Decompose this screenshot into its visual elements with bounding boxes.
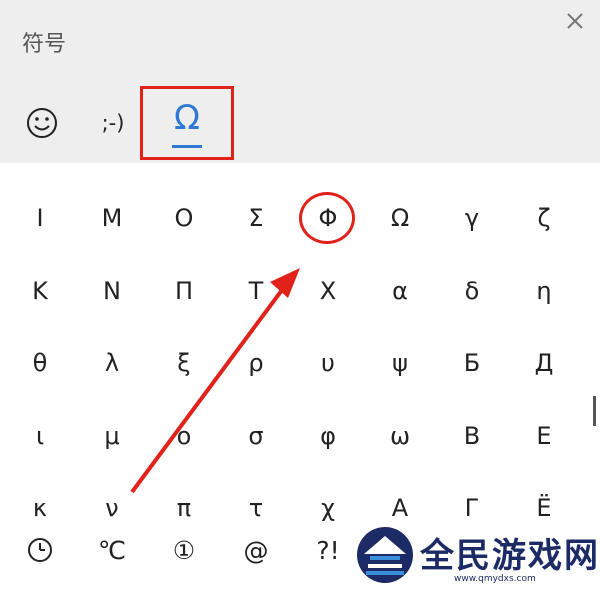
symbol-cell[interactable]: Ο <box>148 182 220 255</box>
symbol-glyph: σ <box>248 421 264 450</box>
symbol-glyph: Σ <box>248 204 264 233</box>
symbol-cell[interactable]: υ <box>292 327 364 400</box>
symbol-cell[interactable]: Д <box>508 327 580 400</box>
symbol-glyph: Б <box>463 349 481 378</box>
symbol-cell[interactable]: ο <box>148 400 220 473</box>
symbol-glyph: Π <box>174 276 194 305</box>
symbol-glyph: ψ <box>392 349 408 378</box>
symbol-cell[interactable]: Π <box>148 255 220 328</box>
symbol-glyph: ω <box>389 421 411 450</box>
symbol-cell[interactable]: φ <box>292 400 364 473</box>
category-celsius[interactable]: ℃ <box>76 520 148 580</box>
watermark-logo-icon <box>357 527 413 583</box>
symbol-glyph: θ <box>32 349 48 378</box>
symbol-cell[interactable]: Χ <box>292 255 364 328</box>
symbol-glyph: χ <box>321 494 335 523</box>
close-button[interactable] <box>560 6 590 36</box>
symbol-cell[interactable]: Б <box>436 327 508 400</box>
symbol-cell[interactable]: ω <box>364 400 436 473</box>
symbol-cell[interactable]: Κ <box>4 255 76 328</box>
smiley-face-icon <box>27 108 57 138</box>
watermark-url: www.qmydxs.com <box>454 574 536 584</box>
symbol-cell[interactable]: Е <box>508 400 580 473</box>
symbol-glyph: Ν <box>103 276 121 305</box>
symbol-glyph: Φ <box>298 192 355 245</box>
category-clock[interactable] <box>4 520 76 580</box>
symbol-glyph: Е <box>536 421 552 450</box>
symbol-glyph: ρ <box>248 349 264 378</box>
symbol-glyph: κ <box>32 494 48 523</box>
symbol-glyph: Κ <box>32 276 48 305</box>
symbol-glyph: А <box>391 494 409 523</box>
watermark: 全民游戏网 www.qmydxs.com <box>352 520 600 592</box>
category-at[interactable]: @ <box>220 520 292 580</box>
symbol-cell[interactable]: η <box>508 255 580 328</box>
tab-symbols-label: Ω <box>174 97 200 138</box>
symbol-glyph: Χ <box>319 276 337 305</box>
tab-emoticon-label: ;-) <box>101 111 125 135</box>
symbol-glyph: τ <box>248 494 264 523</box>
symbol-glyph: μ <box>104 421 120 450</box>
symbol-glyph: η <box>536 276 552 305</box>
category-circled-numbers-label: ① <box>172 535 196 565</box>
scrollbar-thumb[interactable] <box>593 396 596 426</box>
symbol-cell[interactable]: Μ <box>76 182 148 255</box>
panel-header: 符号 ;-) Ω <box>0 0 600 163</box>
symbol-glyph: λ <box>104 349 120 378</box>
symbol-cell[interactable]: ζ <box>508 182 580 255</box>
symbol-cell[interactable]: μ <box>76 400 148 473</box>
symbol-cell[interactable]: В <box>436 400 508 473</box>
symbol-glyph: α <box>392 276 408 305</box>
symbol-glyph: Τ <box>248 276 264 305</box>
tab-selected-indicator <box>172 144 202 148</box>
symbol-cell[interactable]: θ <box>4 327 76 400</box>
tab-emoticon[interactable]: ;-) <box>88 88 138 158</box>
tab-emoji[interactable] <box>20 88 64 158</box>
close-icon <box>567 13 583 29</box>
symbol-glyph: γ <box>464 204 480 233</box>
symbol-cell[interactable]: δ <box>436 255 508 328</box>
symbol-grid: Ι Μ Ο Σ Φ Ωγ ζ Κ Ν Π Τ Χα δ η θ λ ξ ρ υ ψ Б Дι μ ο σ φ ω В Еκ ν π τ χ А Г Ё <box>4 182 580 545</box>
category-circled-numbers[interactable]: ① <box>148 520 220 580</box>
symbol-glyph: Д <box>534 349 554 378</box>
symbol-cell[interactable]: Φ <box>292 182 364 255</box>
symbol-cell[interactable]: ψ <box>364 327 436 400</box>
symbol-cell[interactable]: ρ <box>220 327 292 400</box>
symbol-cell[interactable]: Ι <box>4 182 76 255</box>
symbol-glyph: Г <box>464 494 480 523</box>
symbol-cell[interactable]: α <box>364 255 436 328</box>
symbol-glyph: ι <box>35 421 45 450</box>
symbol-cell[interactable]: Ν <box>76 255 148 328</box>
symbol-glyph: Ω <box>390 204 410 233</box>
symbol-glyph: ζ <box>537 204 551 233</box>
symbol-glyph: Ι <box>36 204 44 233</box>
symbol-glyph: Ο <box>174 204 194 233</box>
watermark-text: 全民游戏网 <box>420 536 600 576</box>
symbol-glyph: Ё <box>536 494 552 523</box>
category-punctuation-label: ?! <box>316 535 340 565</box>
symbol-glyph: δ <box>464 276 480 305</box>
symbol-cell[interactable]: Σ <box>220 182 292 255</box>
panel-title: 符号 <box>22 32 67 57</box>
symbol-glyph: ο <box>176 421 192 450</box>
symbol-glyph: В <box>463 421 481 450</box>
symbol-cell[interactable]: λ <box>76 327 148 400</box>
symbol-cell[interactable]: Τ <box>220 255 292 328</box>
symbol-cell[interactable]: σ <box>220 400 292 473</box>
symbol-glyph: φ <box>320 421 336 450</box>
symbol-glyph: ν <box>105 494 119 523</box>
category-celsius-label: ℃ <box>97 535 127 565</box>
symbol-cell[interactable]: ι <box>4 400 76 473</box>
symbol-glyph: υ <box>321 349 335 378</box>
tab-symbols[interactable]: Ω <box>140 86 234 160</box>
category-bar: ℃ ① @ ?! <box>4 520 364 580</box>
category-at-label: @ <box>243 535 269 565</box>
symbol-glyph: ξ <box>177 349 191 378</box>
symbol-cell[interactable]: Ω <box>364 182 436 255</box>
symbol-cell[interactable]: ξ <box>148 327 220 400</box>
symbol-glyph: Μ <box>101 204 123 233</box>
symbol-cell[interactable]: γ <box>436 182 508 255</box>
symbol-glyph: π <box>176 494 192 523</box>
clock-icon <box>28 538 52 562</box>
